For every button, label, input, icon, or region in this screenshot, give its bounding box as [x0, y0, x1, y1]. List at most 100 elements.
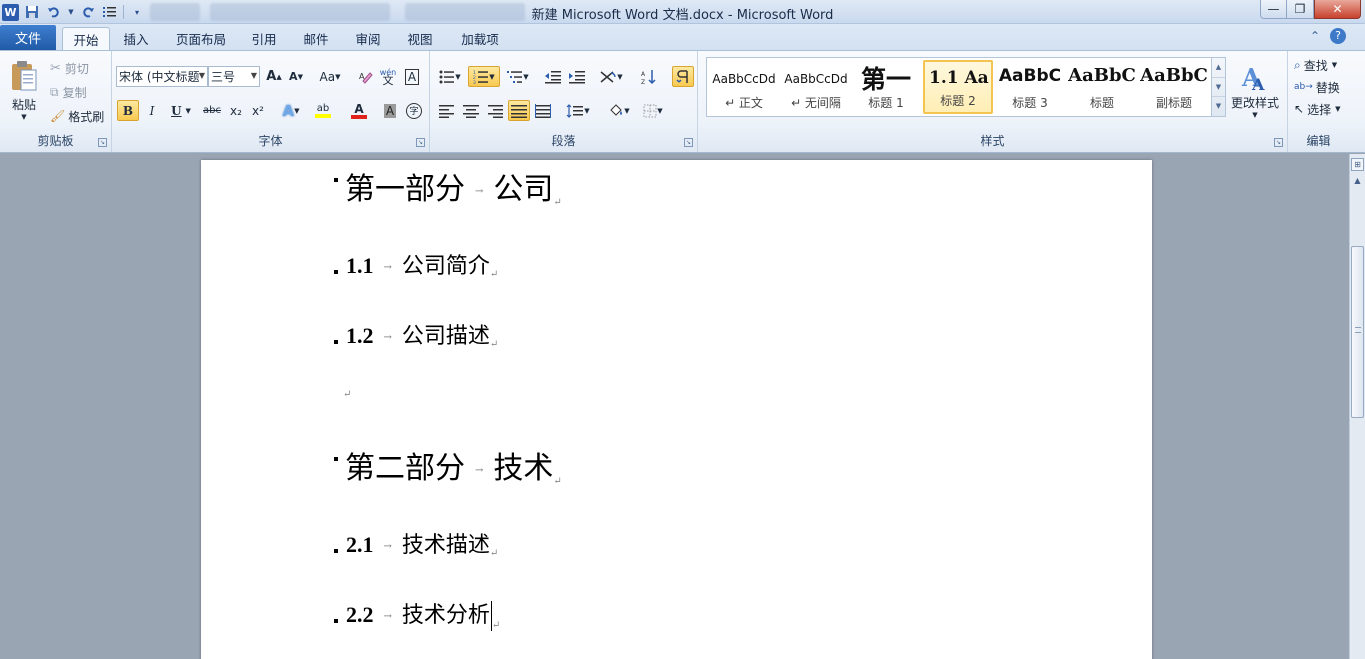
undo-icon[interactable] — [45, 3, 63, 21]
replace-button[interactable]: ab→ 替换 — [1294, 78, 1340, 96]
font-launcher-icon[interactable]: ↘ — [416, 138, 425, 147]
scroll-up-icon[interactable]: ▲ — [1351, 176, 1364, 190]
empty-paragraph[interactable]: ↵ — [343, 386, 351, 400]
styles-launcher-icon[interactable]: ↘ — [1274, 138, 1283, 147]
clear-format-button[interactable]: A — [356, 66, 376, 87]
undo-dropdown-icon[interactable]: ▼ — [67, 3, 75, 21]
show-hide-marks-button[interactable] — [672, 66, 694, 87]
style-subtitle[interactable]: AaBbC 副标题 — [1139, 60, 1209, 114]
heading-2[interactable]: 1.1 → 公司简介↵ — [334, 248, 498, 280]
paragraph-mark: ↵ — [491, 620, 501, 631]
style-heading-1[interactable]: 第一 标题 1 — [851, 60, 921, 114]
subscript-button[interactable]: x₂ — [226, 100, 246, 121]
collapse-ribbon-icon[interactable]: ⌃ — [1310, 29, 1320, 43]
select-button[interactable]: ↖ 选择 ▼ — [1294, 100, 1340, 118]
align-right-button[interactable] — [484, 100, 506, 121]
copy-button[interactable]: ⧉ 复制 — [50, 83, 87, 101]
numbering-icon[interactable] — [101, 3, 119, 21]
tab-addins[interactable]: 加载项 — [452, 27, 508, 50]
change-case-button[interactable]: Aa ▼ — [316, 66, 344, 87]
minimize-button[interactable]: — — [1260, 0, 1287, 19]
styles-gallery-scroll[interactable]: ▲ ▼ ▼ — [1212, 57, 1226, 117]
italic-button[interactable]: I — [142, 100, 162, 121]
word-logo-icon[interactable]: W — [2, 3, 19, 21]
paragraph-launcher-icon[interactable]: ↘ — [684, 138, 693, 147]
sort-button[interactable]: AZ — [638, 66, 660, 87]
shading-button[interactable]: ▼ — [604, 100, 634, 121]
vertical-scrollbar[interactable]: ⊞ ▲ — [1349, 154, 1365, 659]
style-normal[interactable]: AaBbCcDd ↵ 正文 — [709, 60, 779, 114]
paint-bucket-icon — [610, 103, 623, 116]
document-page[interactable]: 第一部分 → 公司↵ 1.1 → 公司简介↵ 1.2 → 公司描述↵ ↵ 第二部分 → 技术↵ … — [201, 160, 1152, 659]
heading-2[interactable]: 2.2 → 技术分析 ↵ — [334, 597, 501, 631]
save-icon[interactable] — [23, 3, 41, 21]
close-button[interactable]: ✕ — [1314, 0, 1361, 19]
style-heading-3[interactable]: AaBbC 标题 3 — [995, 60, 1065, 114]
more-styles-icon[interactable]: ▼ — [1212, 96, 1225, 115]
align-left-button[interactable] — [436, 100, 458, 121]
underline-button[interactable]: U ▼ — [166, 100, 196, 121]
font-size-combo[interactable]: 三号 ▼ — [208, 66, 260, 87]
find-button[interactable]: ⌕ 查找 ▼ — [1294, 56, 1337, 74]
editing-group-label: 编辑 — [1306, 134, 1331, 148]
shrink-font-button[interactable]: A ▼ — [286, 66, 306, 87]
borders-button[interactable]: ▼ — [638, 100, 668, 121]
clipboard-launcher-icon[interactable]: ↘ — [98, 138, 107, 147]
tab-view[interactable]: 视图 — [400, 27, 440, 50]
underline-label: U — [171, 103, 182, 118]
font-color-button[interactable]: A — [344, 100, 374, 121]
bold-button[interactable]: B — [117, 100, 139, 121]
chevron-up-icon[interactable]: ▲ — [1212, 58, 1225, 77]
justify-button[interactable] — [508, 100, 530, 121]
strikethrough-button[interactable]: abc — [200, 100, 224, 121]
heading-2[interactable]: 2.1 → 技术描述↵ — [334, 527, 498, 559]
superscript-button[interactable]: x² — [248, 100, 268, 121]
customize-qat-icon[interactable]: ▾ — [128, 3, 146, 21]
bullets-button[interactable]: ▼ — [436, 66, 464, 87]
enclose-characters-button[interactable]: 字 — [404, 100, 424, 121]
character-shading-button[interactable]: A — [380, 100, 400, 121]
format-painter-button[interactable]: 🖌 格式刷 — [50, 107, 104, 125]
change-styles-button[interactable]: AA 更改样式 ▼ — [1228, 55, 1282, 125]
line-spacing-button[interactable]: ▼ — [564, 100, 592, 121]
align-center-button[interactable] — [460, 100, 482, 121]
distributed-button[interactable] — [532, 100, 554, 121]
heading-1[interactable]: 第二部分 → 技术↵ — [334, 443, 562, 487]
tab-mailings[interactable]: 邮件 — [296, 27, 336, 50]
heading-1[interactable]: 第一部分 → 公司↵ — [334, 164, 562, 208]
help-icon[interactable]: ? — [1330, 28, 1346, 44]
chevron-down-icon[interactable]: ▼ — [1212, 77, 1225, 96]
scrollbar-thumb[interactable] — [1351, 246, 1364, 418]
maximize-button[interactable]: ❐ — [1287, 0, 1314, 19]
character-border-button[interactable]: A — [402, 66, 422, 87]
styles-group-label: 样式 — [980, 134, 1005, 148]
style-heading-2[interactable]: 1.1 Aa 标题 2 — [923, 60, 993, 114]
cut-button[interactable]: ✂ 剪切 — [50, 59, 89, 77]
ruler-toggle-icon[interactable]: ⊞ — [1351, 158, 1364, 171]
decrease-indent-button[interactable] — [542, 66, 564, 87]
blurred-region — [150, 3, 200, 21]
tab-file[interactable]: 文件 — [0, 25, 56, 50]
multilevel-list-button[interactable]: ▼ — [504, 66, 532, 87]
paste-button[interactable]: 粘贴 ▼ — [4, 55, 44, 125]
increase-indent-button[interactable] — [566, 66, 588, 87]
tab-page-layout[interactable]: 页面布局 — [170, 27, 232, 50]
redo-icon[interactable] — [79, 3, 97, 21]
style-title[interactable]: AaBbC 标题 — [1067, 60, 1137, 114]
subscript-label: x₂ — [230, 103, 242, 118]
text-effects-button[interactable]: A ▼ — [278, 100, 304, 121]
blurred-region — [405, 3, 525, 21]
phonetic-guide-button[interactable]: wén 文 — [378, 66, 398, 87]
numbering-button[interactable]: 1 2 3 ▼ — [468, 66, 500, 87]
tab-insert[interactable]: 插入 — [114, 27, 158, 50]
style-no-spacing[interactable]: AaBbCcDd ↵ 无间隔 — [781, 60, 851, 114]
grow-font-button[interactable]: A ▲ — [264, 66, 284, 87]
heading-2[interactable]: 1.2 → 公司描述↵ — [334, 318, 498, 350]
tab-home[interactable]: 开始 — [62, 27, 110, 50]
chinese-layout-button[interactable]: ▼ — [596, 66, 626, 87]
tab-references[interactable]: 引用 — [244, 27, 284, 50]
highlight-button[interactable]: ab — [308, 100, 338, 121]
shrink-font-label: A — [289, 70, 298, 83]
tab-review[interactable]: 审阅 — [348, 27, 388, 50]
font-name-combo[interactable]: 宋体 (中文标题 ▼ — [116, 66, 208, 87]
